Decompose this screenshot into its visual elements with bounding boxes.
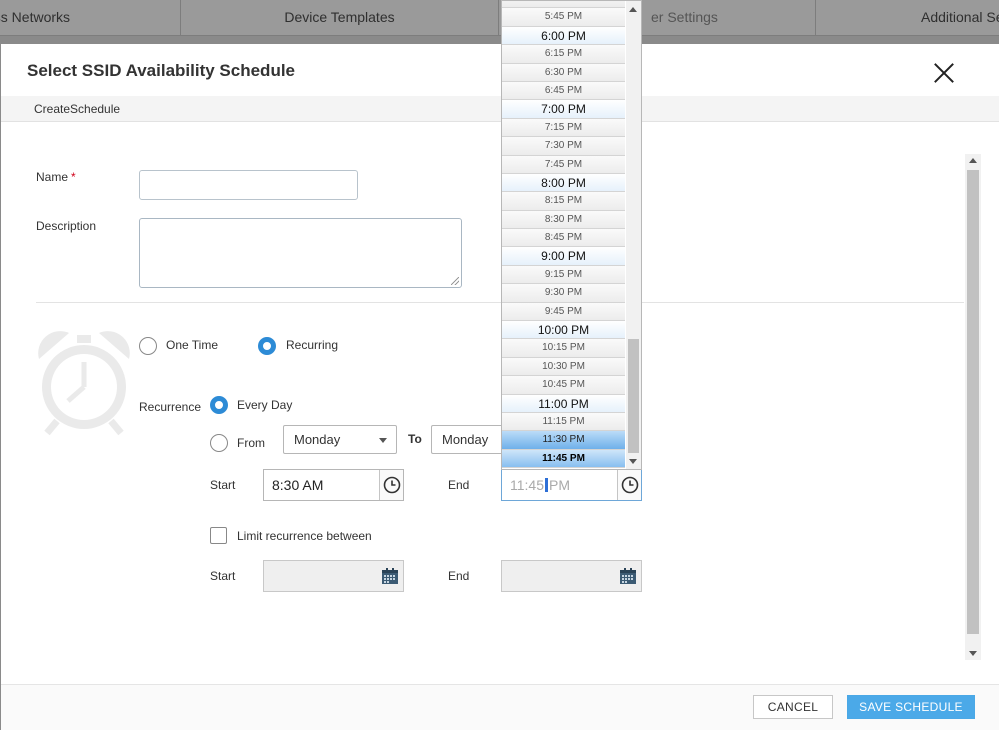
alarm-clock-icon	[38, 331, 130, 436]
limit-end-label: End	[448, 569, 470, 583]
clock-icon[interactable]	[379, 470, 403, 500]
scroll-down-icon[interactable]	[969, 651, 977, 656]
limit-recurrence-checkbox[interactable]	[210, 527, 227, 544]
end-time-label: End	[448, 478, 470, 492]
start-time-value: 8:30 AM	[272, 477, 324, 493]
recurring-label: Recurring	[286, 338, 339, 352]
close-icon[interactable]	[933, 62, 955, 84]
cancel-button[interactable]: CANCEL	[753, 695, 833, 719]
limit-start-label: Start	[210, 569, 236, 583]
text-cursor	[545, 478, 548, 492]
time-option[interactable]: 9:00 PM	[502, 247, 625, 266]
time-option[interactable]: 10:45 PM	[502, 376, 625, 395]
time-option[interactable]: 7:45 PM	[502, 155, 625, 174]
time-option[interactable]: 6:00 PM	[502, 26, 625, 46]
time-option[interactable]: 10:30 PM	[502, 357, 625, 377]
every-day-radio[interactable]	[210, 396, 228, 414]
end-time-value: 11:45	[510, 477, 544, 493]
recurring-radio[interactable]	[258, 337, 276, 355]
section-divider	[36, 302, 964, 303]
chevron-down-icon	[379, 438, 387, 443]
end-time-dropdown[interactable]: 5:30 PM5:45 PM6:00 PM6:15 PM6:30 PM6:45 …	[501, 0, 642, 470]
from-day-value: Monday	[294, 432, 341, 447]
time-option[interactable]: 5:30 PM	[502, 1, 625, 9]
time-option[interactable]: 9:45 PM	[502, 302, 625, 322]
scroll-down-icon[interactable]	[629, 459, 637, 464]
breadcrumb: CreateSchedule	[34, 102, 121, 116]
time-option[interactable]: 10:00 PM	[502, 321, 625, 340]
description-textarea[interactable]	[139, 218, 462, 288]
scrollbar-thumb[interactable]	[628, 339, 639, 453]
time-option[interactable]: 9:30 PM	[502, 284, 625, 303]
breadcrumb-bar: CreateSchedule	[1, 96, 999, 122]
start-time-input[interactable]: 8:30 AM	[263, 469, 404, 501]
one-time-radio[interactable]	[139, 337, 157, 355]
save-schedule-button[interactable]: SAVE SCHEDULE	[847, 695, 975, 719]
modal-scrollbar[interactable]	[965, 154, 981, 660]
time-option[interactable]: 7:30 PM	[502, 137, 625, 156]
time-option[interactable]: 8:30 PM	[502, 210, 625, 230]
to-day-value: Monday	[442, 432, 489, 447]
limit-recurrence-label: Limit recurrence between	[237, 529, 372, 543]
end-time-input[interactable]: 11:45 PM	[501, 469, 642, 501]
to-day-select[interactable]: Monday	[431, 425, 503, 454]
scrollbar-thumb[interactable]	[967, 170, 979, 634]
time-option[interactable]: 11:45 PM	[502, 449, 625, 469]
limit-start-date-input[interactable]	[263, 560, 404, 592]
time-option[interactable]: 11:15 PM	[502, 412, 625, 432]
name-label: Name *	[36, 170, 76, 184]
time-option[interactable]: 6:45 PM	[502, 81, 625, 101]
start-time-label: Start	[210, 478, 236, 492]
time-option[interactable]: 6:30 PM	[502, 63, 625, 82]
to-label: To	[408, 432, 422, 446]
modal-footer: CANCEL SAVE SCHEDULE	[1, 684, 999, 730]
time-option[interactable]: 8:45 PM	[502, 229, 625, 248]
recurrence-label: Recurrence	[139, 400, 202, 414]
calendar-icon[interactable]	[619, 567, 637, 585]
time-option[interactable]: 7:00 PM	[502, 100, 625, 119]
required-marker: *	[71, 170, 76, 184]
description-label: Description	[36, 219, 97, 233]
tab-additional-settings: Additional Se	[921, 9, 999, 25]
limit-end-date-input[interactable]	[501, 560, 642, 592]
from-day-select[interactable]: Monday	[283, 425, 397, 454]
time-option[interactable]: 5:45 PM	[502, 8, 625, 27]
every-day-label: Every Day	[237, 398, 293, 412]
end-time-suffix: PM	[549, 477, 570, 493]
resize-handle[interactable]	[451, 277, 459, 285]
from-radio[interactable]	[210, 434, 228, 452]
scroll-up-icon[interactable]	[969, 158, 977, 163]
time-option[interactable]: 7:15 PM	[502, 118, 625, 138]
time-option[interactable]: 6:15 PM	[502, 45, 625, 64]
time-option-list: 5:30 PM5:45 PM6:00 PM6:15 PM6:30 PM6:45 …	[502, 1, 625, 469]
schedule-modal: Select SSID Availability Schedule Create…	[1, 44, 999, 730]
from-label: From	[237, 436, 265, 450]
tab-device-templates: Device Templates	[181, 0, 499, 36]
time-option[interactable]: 11:00 PM	[502, 394, 625, 413]
tab-wireless-networks: ess Networks	[0, 0, 181, 36]
dropdown-scrollbar[interactable]	[626, 1, 641, 469]
time-option[interactable]: 8:15 PM	[502, 192, 625, 211]
time-option[interactable]: 9:15 PM	[502, 265, 625, 285]
time-option[interactable]: 10:15 PM	[502, 339, 625, 358]
modal-title: Select SSID Availability Schedule	[27, 61, 296, 80]
name-input[interactable]	[139, 170, 358, 200]
background-tab-bar: ess Networks Device Templates er Setting…	[0, 0, 999, 36]
calendar-icon[interactable]	[381, 567, 399, 585]
time-option[interactable]: 8:00 PM	[502, 173, 625, 193]
scroll-up-icon[interactable]	[629, 7, 637, 12]
one-time-label: One Time	[166, 338, 219, 352]
clock-icon[interactable]	[617, 470, 641, 500]
time-option[interactable]: 11:30 PM	[502, 431, 625, 450]
